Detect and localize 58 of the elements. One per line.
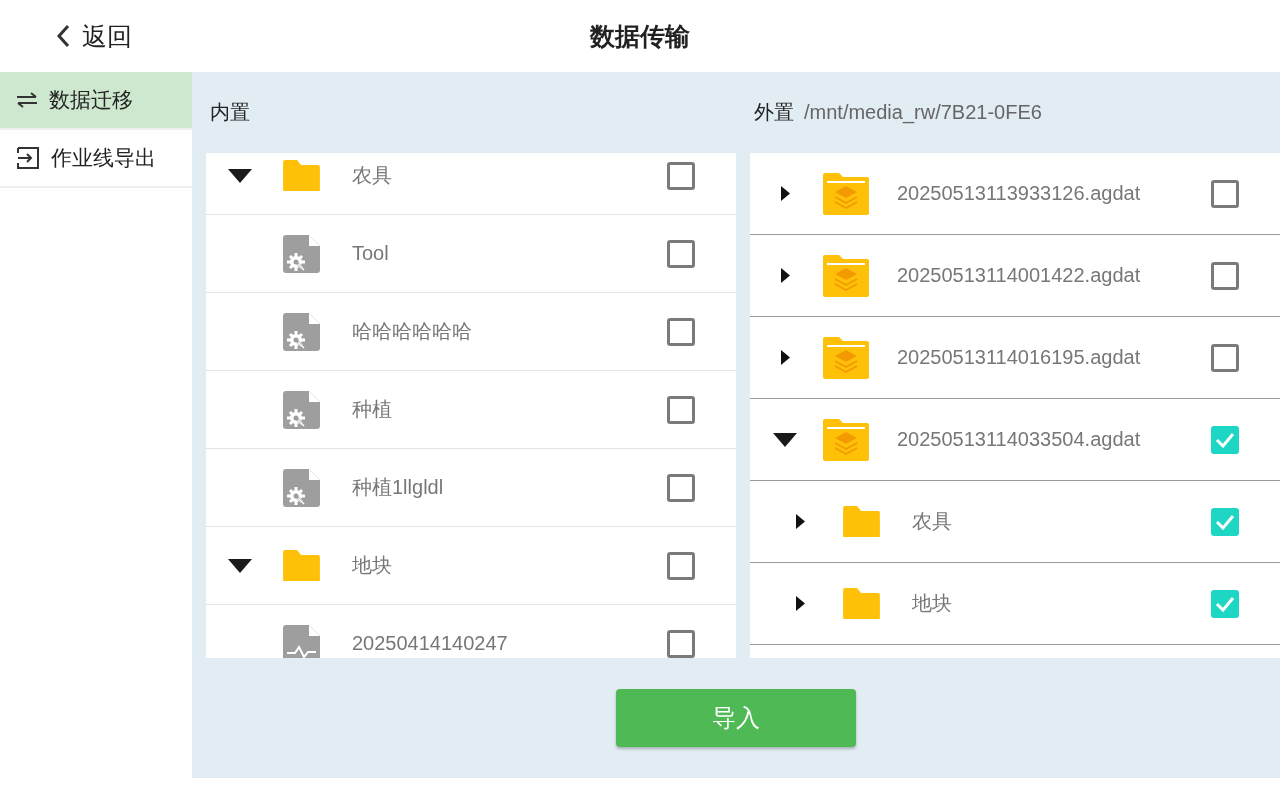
checkbox[interactable] xyxy=(667,629,695,658)
export-icon xyxy=(16,146,40,170)
checkbox[interactable] xyxy=(1211,261,1239,290)
storage-path: /mnt/media_rw/7B21-0FE6 xyxy=(804,101,1042,124)
page-title: 数据传输 xyxy=(590,20,690,52)
folder-icon xyxy=(283,159,320,192)
layered-folder-icon xyxy=(823,172,869,215)
checkmark-icon xyxy=(1215,595,1235,612)
gear-file-icon xyxy=(283,390,320,429)
swap-arrows-icon xyxy=(16,92,38,108)
chevron-left-icon xyxy=(56,24,70,48)
checkbox[interactable] xyxy=(1211,343,1239,372)
folder-icon xyxy=(283,549,320,582)
layered-folder-icon xyxy=(823,254,869,297)
checkbox[interactable] xyxy=(1211,507,1239,536)
collapse-triangle-icon[interactable] xyxy=(228,558,252,573)
checkbox[interactable] xyxy=(1211,589,1239,618)
item-name: 农具 xyxy=(352,163,393,188)
item-name: 哈哈哈哈哈哈 xyxy=(352,319,473,344)
panel-label: 外置 xyxy=(754,100,794,125)
back-button[interactable]: 返回 xyxy=(52,16,136,56)
checkbox[interactable] xyxy=(667,473,695,502)
item-name: 种植1llgldl xyxy=(352,475,445,500)
collapse-triangle-icon[interactable] xyxy=(773,432,797,447)
checkbox[interactable] xyxy=(667,161,695,190)
item-name: 20250414140247 xyxy=(352,632,509,655)
layered-folder-icon xyxy=(823,336,869,379)
folder-icon xyxy=(842,587,880,620)
gear-file-icon xyxy=(283,312,320,351)
expand-triangle-icon[interactable] xyxy=(795,596,805,611)
layered-folder-icon xyxy=(823,418,869,461)
checkmark-icon xyxy=(1215,513,1235,530)
gear-file-icon xyxy=(283,234,320,273)
item-name: 20250513113933126.agdat xyxy=(897,182,1142,205)
checkbox[interactable] xyxy=(667,239,695,268)
item-name: 20250513114033504.agdat xyxy=(897,428,1142,451)
expand-triangle-icon[interactable] xyxy=(795,514,805,529)
item-name: 地块 xyxy=(912,591,953,616)
gear-file-icon xyxy=(283,468,320,507)
checkbox[interactable] xyxy=(667,551,695,580)
item-name: 20250513114016195.agdat xyxy=(897,346,1142,369)
item-name: 种植 xyxy=(352,397,393,422)
expand-triangle-icon[interactable] xyxy=(780,268,790,283)
collapse-triangle-icon[interactable] xyxy=(228,168,252,183)
checkmark-icon xyxy=(1215,431,1235,448)
checkbox[interactable] xyxy=(1211,179,1239,208)
expand-triangle-icon[interactable] xyxy=(780,186,790,201)
item-name: 农具 xyxy=(912,509,953,534)
item-name: Tool xyxy=(352,242,390,265)
checkbox[interactable] xyxy=(667,317,695,346)
sidebar-item[interactable]: 数据迁移 xyxy=(0,72,192,130)
folder-icon xyxy=(842,505,880,538)
checkbox[interactable] xyxy=(1211,425,1239,454)
item-name: 地块 xyxy=(352,553,393,578)
expand-triangle-icon[interactable] xyxy=(780,350,790,365)
item-name: 20250513114001422.agdat xyxy=(897,264,1142,287)
checkbox[interactable] xyxy=(667,395,695,424)
panel-label: 内置 xyxy=(210,100,250,125)
